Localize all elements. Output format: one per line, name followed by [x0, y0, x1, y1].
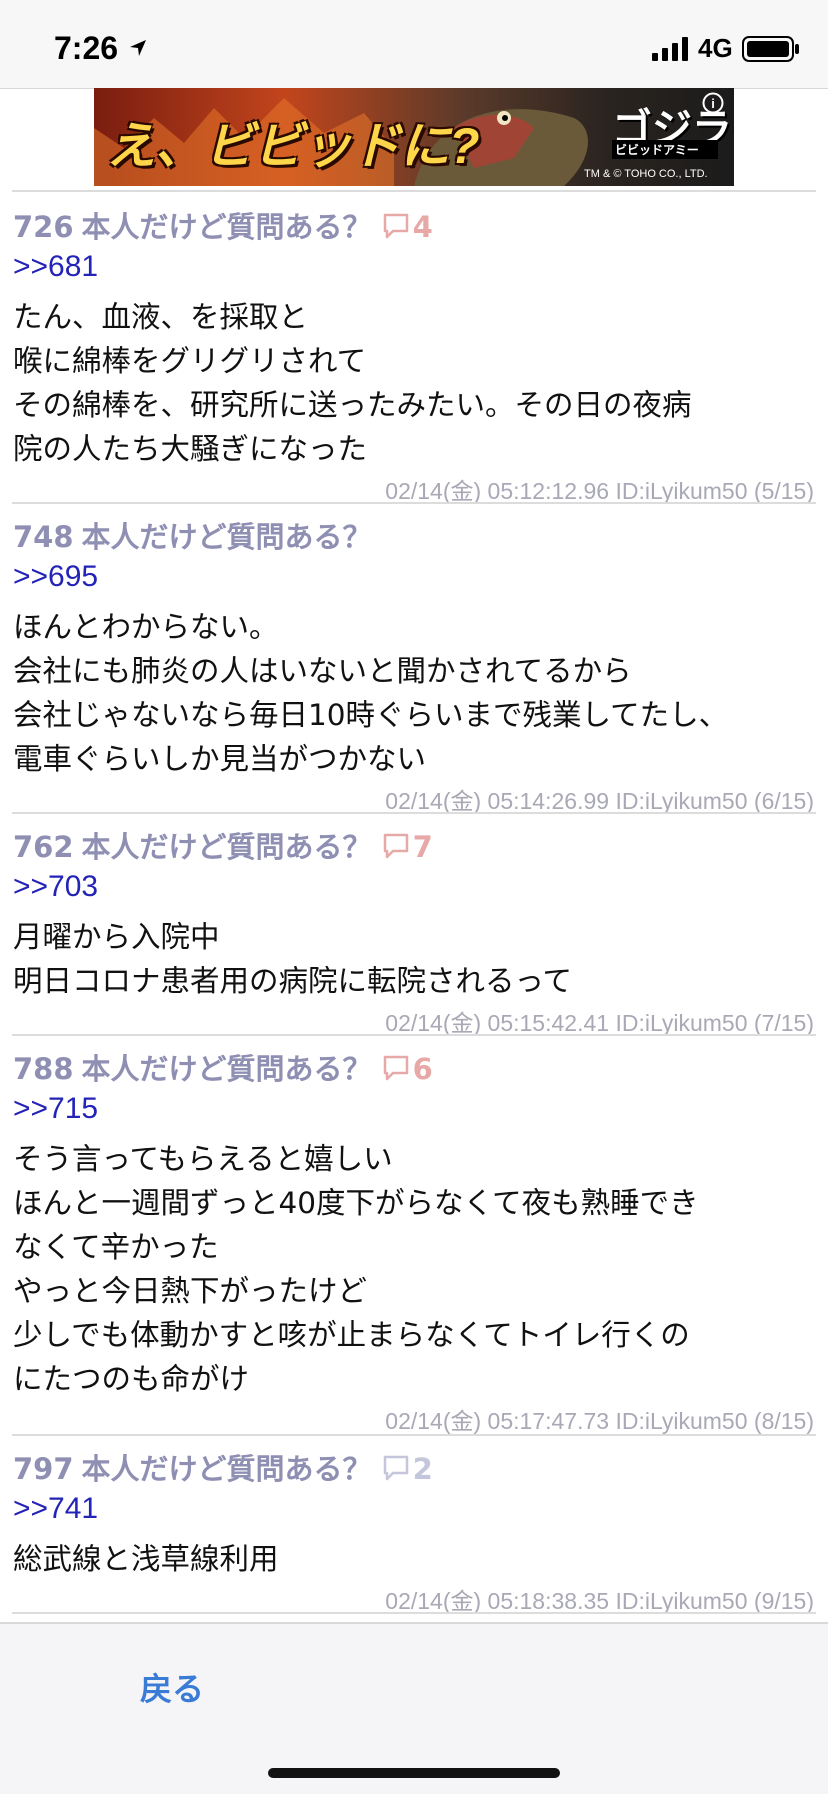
post-meta: 02/14(金) 05:15:42.41 ID:iLyikum50 (7/15): [385, 1010, 814, 1036]
divider: [12, 1434, 816, 1436]
reply-anchor-link[interactable]: >>741: [13, 1492, 98, 1526]
post-meta: 02/14(金) 05:17:47.73 ID:iLyikum50 (8/15): [385, 1408, 814, 1434]
ad-title: え、ビビッドに?: [106, 118, 480, 174]
post-number: 762: [13, 830, 74, 864]
post-line: やっと今日熱下がったけど: [13, 1274, 368, 1308]
post-header[interactable]: 762 本人だけど質問ある？ 7: [13, 824, 433, 864]
post-line: 電車ぐらいしか見当がつかない: [13, 742, 427, 776]
speech-bubble-icon: [383, 833, 408, 859]
post-line: そう言ってもらえると嬉しい: [13, 1142, 393, 1176]
reply-anchor-link[interactable]: >>715: [13, 1092, 98, 1126]
reply-count: 6: [412, 1052, 433, 1086]
reply-count: 4: [412, 210, 433, 244]
divider: [12, 1034, 816, 1036]
reply-anchor-link[interactable]: >>695: [13, 560, 98, 594]
ad-copyright: TM & © TOHO CO., LTD.: [584, 168, 708, 180]
divider: [12, 812, 816, 814]
post-line: ほんと一週間ずっと40度下がらなくて夜も熟睡でき: [13, 1186, 699, 1220]
post-line: 少しでも体動かすと咳が止まらなくてトイレ行くの: [13, 1318, 690, 1352]
reply-count: 2: [412, 1452, 433, 1486]
home-indicator[interactable]: [268, 1768, 560, 1778]
network-label: 4G: [698, 33, 733, 63]
status-time: 7:26: [54, 30, 119, 66]
speech-bubble-icon: [383, 213, 408, 239]
divider: [12, 190, 816, 192]
reply-anchor-link[interactable]: >>681: [13, 250, 98, 284]
post-title: 本人だけど質問ある？: [81, 1052, 372, 1086]
post-line: 院の人たち大騒ぎになった: [13, 432, 368, 466]
post-number: 748: [13, 520, 74, 554]
reply-badge[interactable]: 4: [382, 210, 433, 244]
divider: [12, 502, 816, 504]
reply-count: 7: [412, 830, 433, 864]
post-title: 本人だけど質問ある？: [81, 1452, 372, 1486]
reply-badge[interactable]: 6: [382, 1052, 433, 1086]
ad-info-icon[interactable]: i: [702, 92, 724, 114]
post-line: その綿棒を、研究所に送ったみたい。その日の夜病: [13, 388, 692, 422]
ad-banner[interactable]: え、ビビッドに? ゴジラ ビビッドアミー TM & © TOHO CO., LT…: [94, 88, 734, 186]
post-header[interactable]: 797 本人だけど質問ある？ 2: [13, 1446, 433, 1486]
post-title: 本人だけど質問ある？: [81, 520, 372, 554]
speech-bubble-icon: [383, 1055, 408, 1081]
post-title: 本人だけど質問ある？: [81, 830, 372, 864]
post-header[interactable]: 748 本人だけど質問ある？: [13, 514, 372, 554]
post-line: 会社じゃないなら毎日10時ぐらいまで残業してたし、: [13, 698, 729, 732]
reply-badge[interactable]: 2: [382, 1452, 433, 1486]
post-line: たん、血液、を採取と: [13, 300, 309, 334]
post-meta: 02/14(金) 05:12:12.96 ID:iLyikum50 (5/15): [385, 478, 814, 504]
signal-icon: [652, 37, 688, 61]
svg-text:i: i: [711, 96, 715, 111]
post-header[interactable]: 788 本人だけど質問ある？ 6: [13, 1046, 433, 1086]
post-line: 喉に綿棒をグリグリされて: [13, 344, 367, 378]
battery-icon: [742, 36, 799, 62]
status-bar: 7:26 4G: [0, 0, 828, 89]
post-header[interactable]: 726 本人だけど質問ある？ 4: [13, 204, 433, 244]
post-line: 会社にも肺炎の人はいないと聞かされてるから: [13, 654, 632, 688]
bottom-toolbar: 戻る: [0, 1622, 828, 1794]
reply-badge[interactable]: 7: [382, 830, 433, 864]
divider: [12, 1612, 816, 1614]
post-number: 797: [13, 1452, 74, 1486]
post-line: ほんとわからない。: [13, 610, 279, 644]
post-number: 788: [13, 1052, 74, 1086]
post-meta: 02/14(金) 05:18:38.35 ID:iLyikum50 (9/15): [385, 1588, 814, 1614]
post-line: 総武線と浅草線利用: [13, 1542, 279, 1576]
ad-subtitle: ビビッドアミー: [612, 140, 718, 159]
post-line: なくて辛かった: [13, 1230, 219, 1264]
post-line: 明日コロナ患者用の病院に転院されるって: [13, 964, 573, 998]
back-button[interactable]: 戻る: [140, 1664, 204, 1710]
speech-bubble-icon: [383, 1455, 408, 1481]
reply-anchor-link[interactable]: >>703: [13, 870, 98, 904]
post-line: 月曜から入院中: [13, 920, 220, 954]
post-title: 本人だけど質問ある？: [81, 210, 372, 244]
post-line: にたつのも命がけ: [13, 1362, 250, 1396]
post-number: 726: [13, 210, 74, 244]
post-meta: 02/14(金) 05:14:26.99 ID:iLyikum50 (6/15): [385, 788, 814, 814]
